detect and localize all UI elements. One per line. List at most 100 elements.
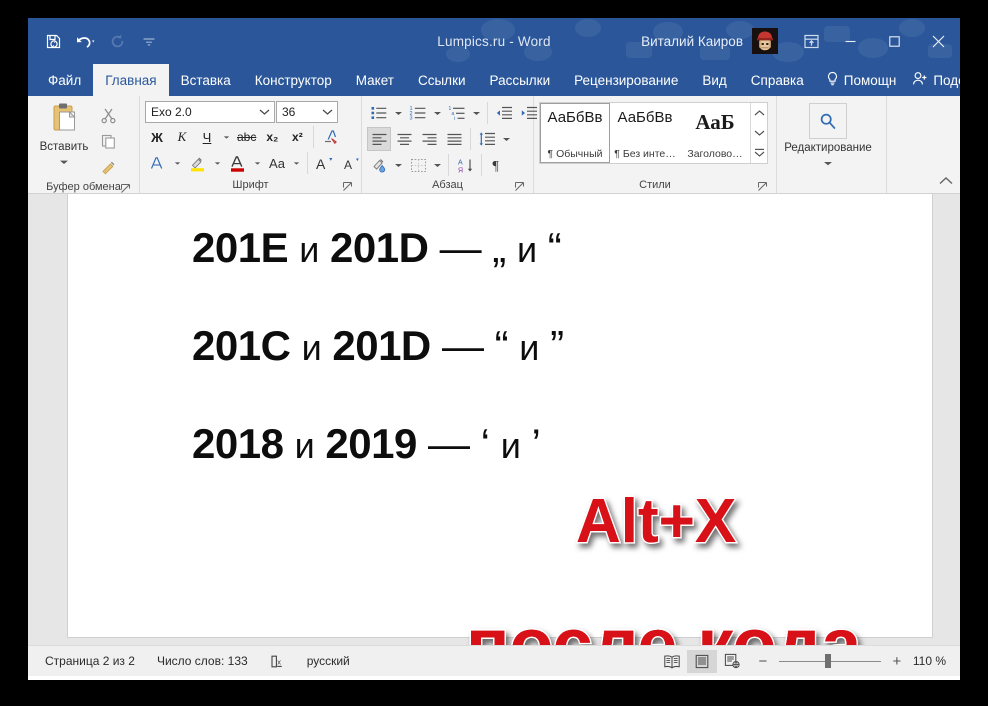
decrease-indent-icon[interactable] <box>492 101 516 125</box>
font-dialog-launcher-icon[interactable] <box>342 181 353 192</box>
view-print-layout-icon[interactable] <box>686 649 717 673</box>
styles-scroll-down-icon[interactable] <box>751 123 767 143</box>
tab-home[interactable]: Главная <box>93 64 169 96</box>
multilevel-dropdown-arrow-icon[interactable] <box>470 101 483 125</box>
document-area[interactable]: 201E и 201D — „ и “ 201C и 201D — “ и ” … <box>28 194 960 645</box>
justify-icon[interactable] <box>442 127 466 151</box>
paste-button[interactable]: Вставить <box>33 99 95 171</box>
doc-line-2-quote-open: “ <box>494 322 509 369</box>
view-web-layout-icon[interactable] <box>717 650 747 673</box>
underline-dropdown-arrow-icon[interactable] <box>220 125 233 149</box>
borders-dropdown-arrow-icon[interactable] <box>431 153 444 177</box>
collapse-ribbon-icon[interactable] <box>938 173 954 191</box>
tab-layout[interactable]: Макет <box>344 64 406 96</box>
status-words[interactable]: Число слов: 133 <box>146 654 259 668</box>
grow-font-icon[interactable]: A <box>312 151 338 175</box>
avatar[interactable] <box>752 28 778 54</box>
user-name[interactable]: Виталий Каиров <box>641 34 743 49</box>
borders-icon[interactable] <box>406 153 430 177</box>
text-effects-icon[interactable] <box>145 151 170 175</box>
zoom-slider[interactable] <box>778 654 881 668</box>
zoom-out-button[interactable]: − <box>755 652 771 670</box>
tab-help[interactable]: Справка <box>739 64 816 96</box>
align-right-icon[interactable] <box>417 127 441 151</box>
align-left-icon[interactable] <box>367 127 391 151</box>
proofing-status-icon[interactable]: x <box>259 654 296 669</box>
status-language[interactable]: русский <box>296 654 361 668</box>
tab-insert[interactable]: Вставка <box>169 64 243 96</box>
font-color-icon[interactable] <box>225 151 250 175</box>
customize-quick-access-icon[interactable] <box>134 26 164 56</box>
styles-scroll-up-icon[interactable] <box>751 103 767 123</box>
italic-button[interactable]: К <box>170 125 194 149</box>
paste-dropdown-arrow-icon[interactable] <box>58 153 70 171</box>
editing-dropdown-arrow-icon[interactable] <box>822 154 834 172</box>
tab-file[interactable]: Файл <box>36 64 93 96</box>
bullets-dropdown-arrow-icon[interactable] <box>392 101 405 125</box>
ribbon: Вставить Буфер обмена Exo 2.0 36 Ж К Ч a… <box>28 96 960 194</box>
document-page[interactable]: 201E и 201D — „ и “ 201C и 201D — “ и ” … <box>68 194 932 637</box>
font-name-combobox[interactable]: Exo 2.0 <box>145 101 275 123</box>
styles-dialog-launcher-icon[interactable] <box>757 181 768 192</box>
numbering-dropdown-arrow-icon[interactable] <box>431 101 444 125</box>
minimize-button[interactable] <box>828 18 872 64</box>
paragraph-group-label: Абзац <box>367 177 528 193</box>
ribbon-display-options-icon[interactable] <box>794 23 828 59</box>
line-spacing-icon[interactable] <box>475 127 499 151</box>
align-center-icon[interactable] <box>392 127 416 151</box>
change-case-button[interactable]: Aa <box>265 151 289 175</box>
title-bar-right: Виталий Каиров <box>641 18 960 64</box>
tab-design[interactable]: Конструктор <box>243 64 344 96</box>
editing-button[interactable]: Редактирование <box>782 99 874 172</box>
highlight-dropdown-arrow-icon[interactable] <box>211 151 224 175</box>
copy-icon[interactable] <box>95 129 121 153</box>
font-color-dropdown-arrow-icon[interactable] <box>251 151 264 175</box>
zoom-slider-thumb[interactable] <box>824 654 831 668</box>
format-painter-icon[interactable] <box>95 155 121 179</box>
change-case-dropdown-arrow-icon[interactable] <box>290 151 303 175</box>
line-spacing-dropdown-arrow-icon[interactable] <box>500 127 513 151</box>
tab-review[interactable]: Рецензирование <box>562 64 690 96</box>
cut-icon[interactable] <box>95 103 121 127</box>
subscript-button[interactable]: x₂ <box>260 125 284 149</box>
tab-mailings[interactable]: Рассылки <box>478 64 563 96</box>
underline-button[interactable]: Ч <box>195 125 219 149</box>
bullets-icon[interactable] <box>367 101 391 125</box>
zoom-in-button[interactable]: + <box>889 652 905 670</box>
tab-references[interactable]: Ссылки <box>406 64 478 96</box>
superscript-button[interactable]: x² <box>285 125 309 149</box>
shading-dropdown-arrow-icon[interactable] <box>392 153 405 177</box>
zoom-level[interactable]: 110 % <box>913 654 954 668</box>
font-name-chevron-down-icon[interactable] <box>256 108 272 116</box>
clear-formatting-icon[interactable] <box>318 125 342 149</box>
style-item-no-spacing[interactable]: АаБбВв ¶ Без инте… <box>610 103 680 163</box>
bold-button[interactable]: Ж <box>145 125 169 149</box>
ribbon-tabs: Файл Главная Вставка Конструктор Макет С… <box>28 64 960 96</box>
strikethrough-button[interactable]: abc <box>234 125 259 149</box>
tab-view[interactable]: Вид <box>690 64 738 96</box>
clipboard-dialog-launcher-icon[interactable] <box>120 183 131 194</box>
styles-more-icon[interactable] <box>751 143 767 163</box>
multilevel-list-icon[interactable]: 1 a i <box>445 101 469 125</box>
font-size-chevron-down-icon[interactable] <box>319 108 335 116</box>
numbering-icon[interactable]: 1 2 3 <box>406 101 430 125</box>
font-size-combobox[interactable]: 36 <box>276 101 338 123</box>
text-effects-dropdown-arrow-icon[interactable] <box>171 151 184 175</box>
maximize-button[interactable] <box>872 18 916 64</box>
status-page[interactable]: Страница 2 из 2 <box>34 654 146 668</box>
tell-me-box[interactable]: Помощн <box>816 64 907 96</box>
highlight-color-icon[interactable] <box>185 151 210 175</box>
paragraph-dialog-launcher-icon[interactable] <box>514 181 525 192</box>
doc-line-1-quote-open: „ <box>492 224 506 271</box>
style-item-heading1[interactable]: АаБ Заголово… <box>680 103 750 163</box>
undo-icon[interactable] <box>70 26 100 56</box>
show-formatting-marks-icon[interactable]: ¶ <box>486 153 510 177</box>
close-button[interactable] <box>916 18 960 64</box>
shading-icon[interactable] <box>367 153 391 177</box>
style-item-normal[interactable]: АаБбВв ¶ Обычный <box>540 103 610 163</box>
save-icon[interactable] <box>38 26 68 56</box>
view-read-mode-icon[interactable] <box>657 650 687 673</box>
share-button[interactable]: Поделиться <box>906 64 960 96</box>
editing-group-label <box>782 177 881 193</box>
sort-icon[interactable]: A Я <box>453 153 477 177</box>
